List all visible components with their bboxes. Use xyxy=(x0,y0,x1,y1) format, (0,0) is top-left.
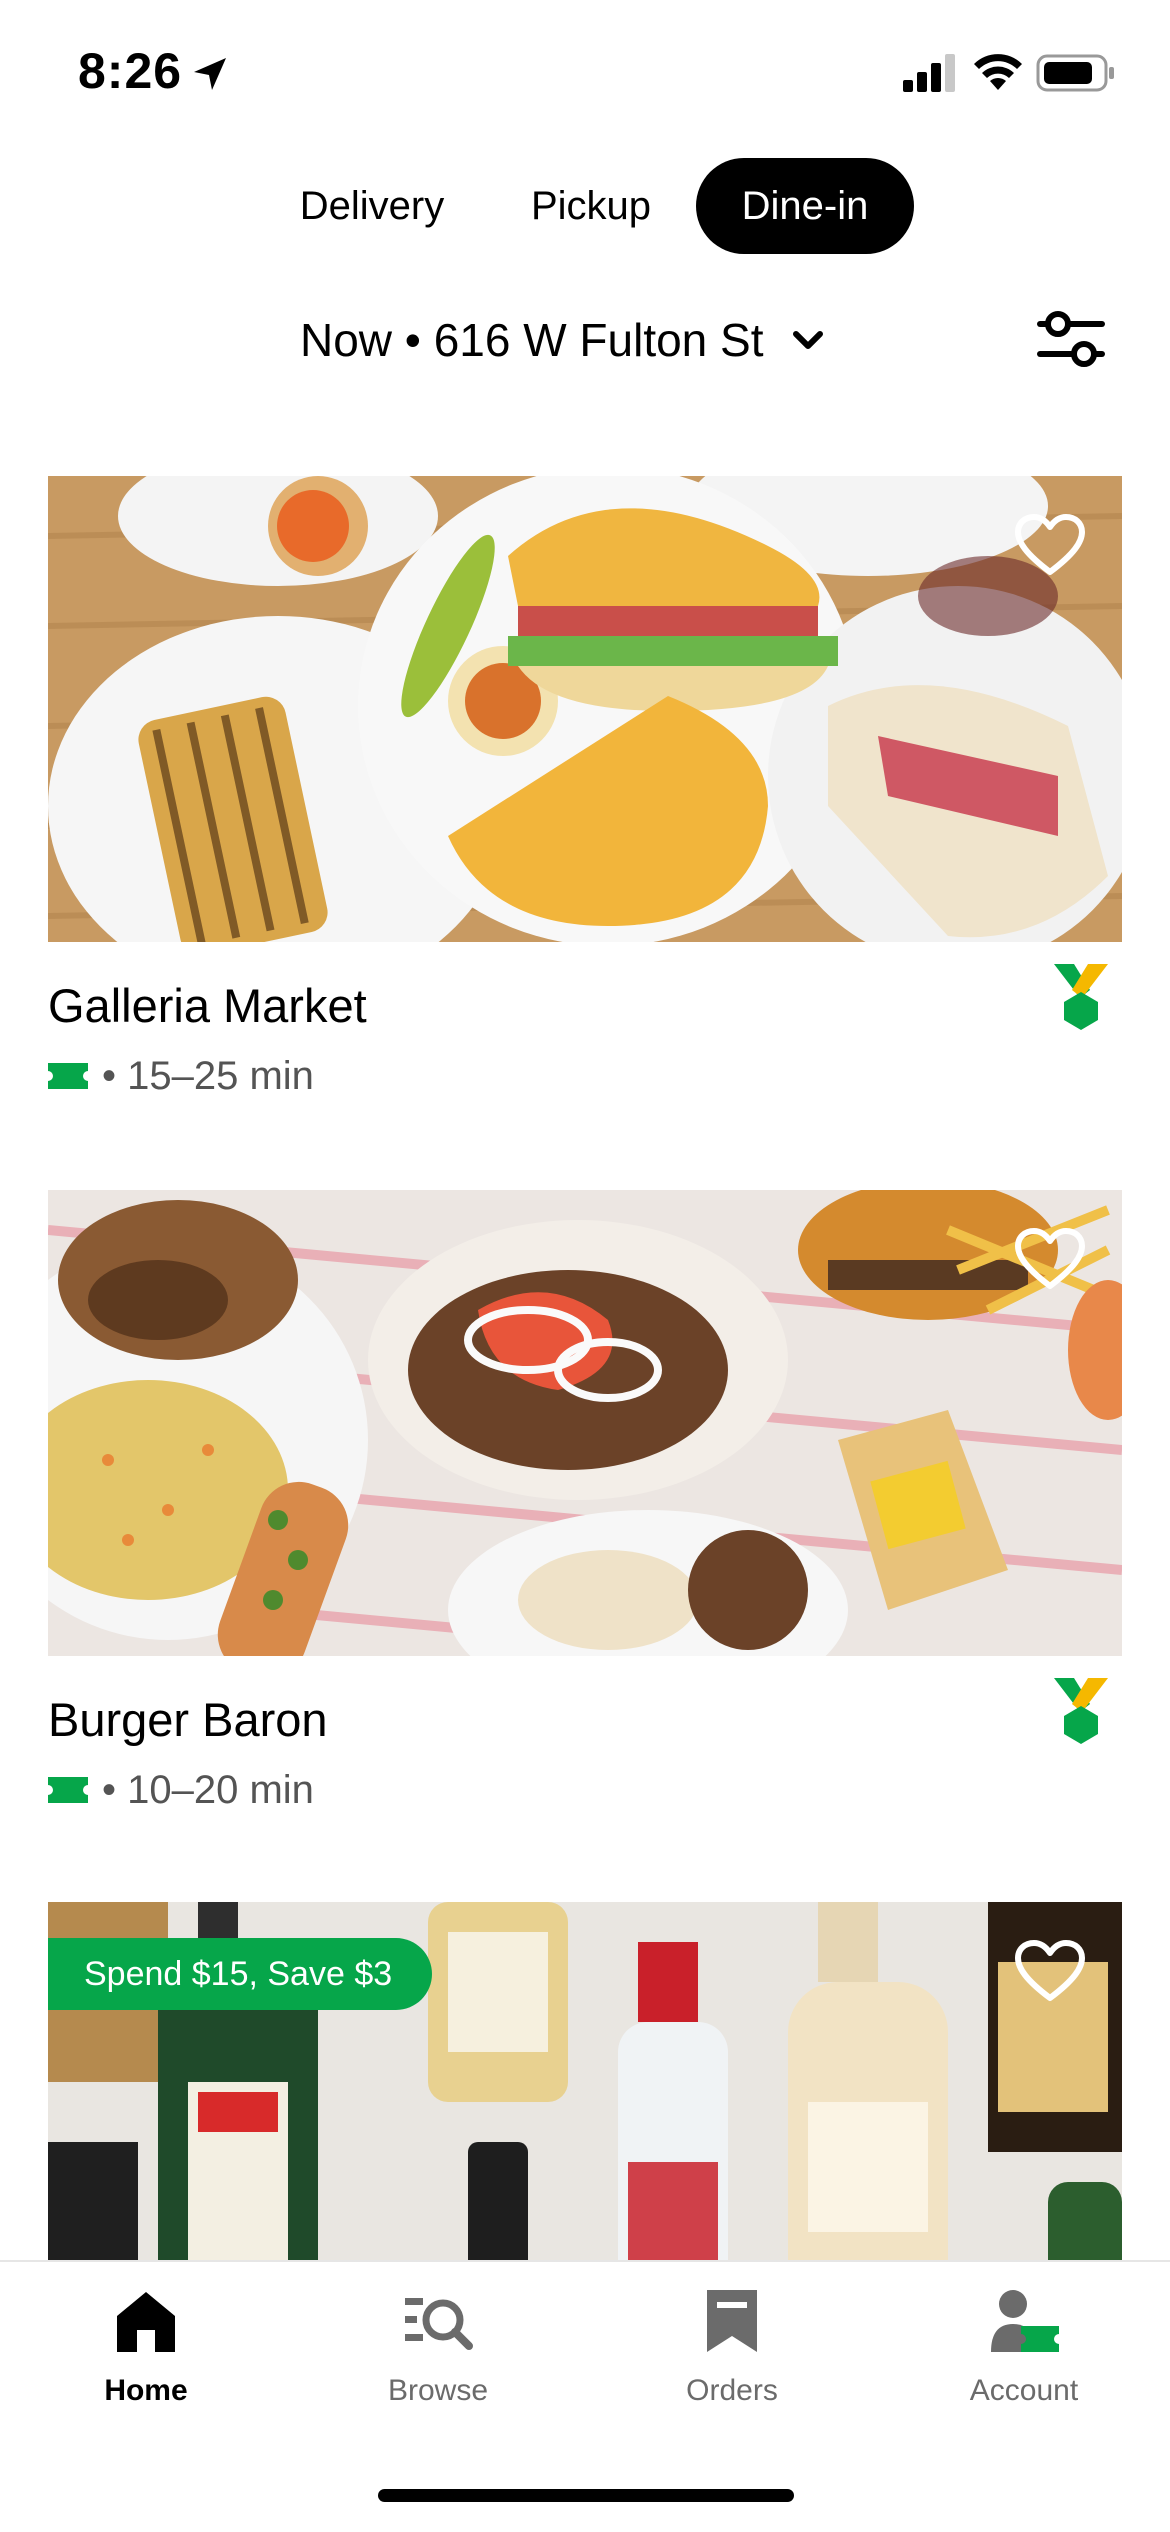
nav-browse-label: Browse xyxy=(387,2374,489,2407)
store-meta: • 10–20 min xyxy=(48,1764,314,1816)
home-indicator[interactable] xyxy=(378,2489,794,2502)
eta-text: • 10–20 min xyxy=(102,1767,314,1812)
store-meta: • 15–25 min xyxy=(48,1050,314,1102)
nav-account[interactable]: Account xyxy=(904,2286,1144,2408)
tab-delivery[interactable]: Delivery xyxy=(272,158,472,254)
status-bar: 8:26 xyxy=(0,0,1170,150)
address-text: Now • 616 W Fulton St xyxy=(300,314,764,366)
top-eats-badge-icon xyxy=(1054,964,1108,1030)
eta-text: • 15–25 min xyxy=(102,1053,314,1098)
top-eats-badge-icon xyxy=(1054,1678,1108,1744)
ticket-icon xyxy=(48,1063,88,1089)
battery-icon xyxy=(1036,54,1114,92)
store-image xyxy=(48,476,1122,942)
app-screen: 8:26 Delivery Pickup Dine-in Now • 616 W… xyxy=(0,0,1170,2532)
store-card[interactable]: Galleria Market • 15–25 min xyxy=(48,476,1122,1098)
account-icon xyxy=(991,2290,1059,2352)
promo-badge: Spend $15, Save $3 xyxy=(48,1938,433,2010)
filter-icon[interactable] xyxy=(1036,306,1106,372)
wifi-icon xyxy=(974,54,1022,90)
location-arrow-icon xyxy=(194,58,226,90)
store-name: Galleria Market xyxy=(48,979,367,1032)
ticket-icon xyxy=(48,1777,88,1803)
chevron-down-icon xyxy=(792,331,823,349)
tab-pickup[interactable]: Pickup xyxy=(508,158,674,254)
orders-icon xyxy=(707,2290,757,2352)
address-selector[interactable]: Now • 616 W Fulton St xyxy=(300,300,828,380)
nav-home[interactable]: Home xyxy=(26,2286,266,2408)
nav-orders[interactable]: Orders xyxy=(612,2286,852,2408)
favorite-heart-icon[interactable] xyxy=(1014,1228,1086,1292)
favorite-heart-icon[interactable] xyxy=(1014,514,1086,578)
nav-account-label: Account xyxy=(969,2374,1079,2407)
store-card[interactable]: Burger Baron • 10–20 min xyxy=(48,1190,1122,1812)
nav-orders-label: Orders xyxy=(686,2374,778,2407)
cellular-signal-icon xyxy=(903,54,955,92)
favorite-heart-icon[interactable] xyxy=(1014,1940,1086,2004)
status-time: 8:26 xyxy=(78,43,183,99)
order-mode-tabs: Delivery Pickup Dine-in xyxy=(0,158,1170,254)
nav-home-label: Home xyxy=(104,2374,188,2407)
store-name: Burger Baron xyxy=(48,1693,328,1746)
nav-browse[interactable]: Browse xyxy=(318,2286,558,2408)
store-image xyxy=(48,1190,1122,1656)
home-icon xyxy=(117,2292,175,2352)
browse-icon xyxy=(405,2298,473,2350)
tab-dine-in[interactable]: Dine-in xyxy=(696,158,914,254)
